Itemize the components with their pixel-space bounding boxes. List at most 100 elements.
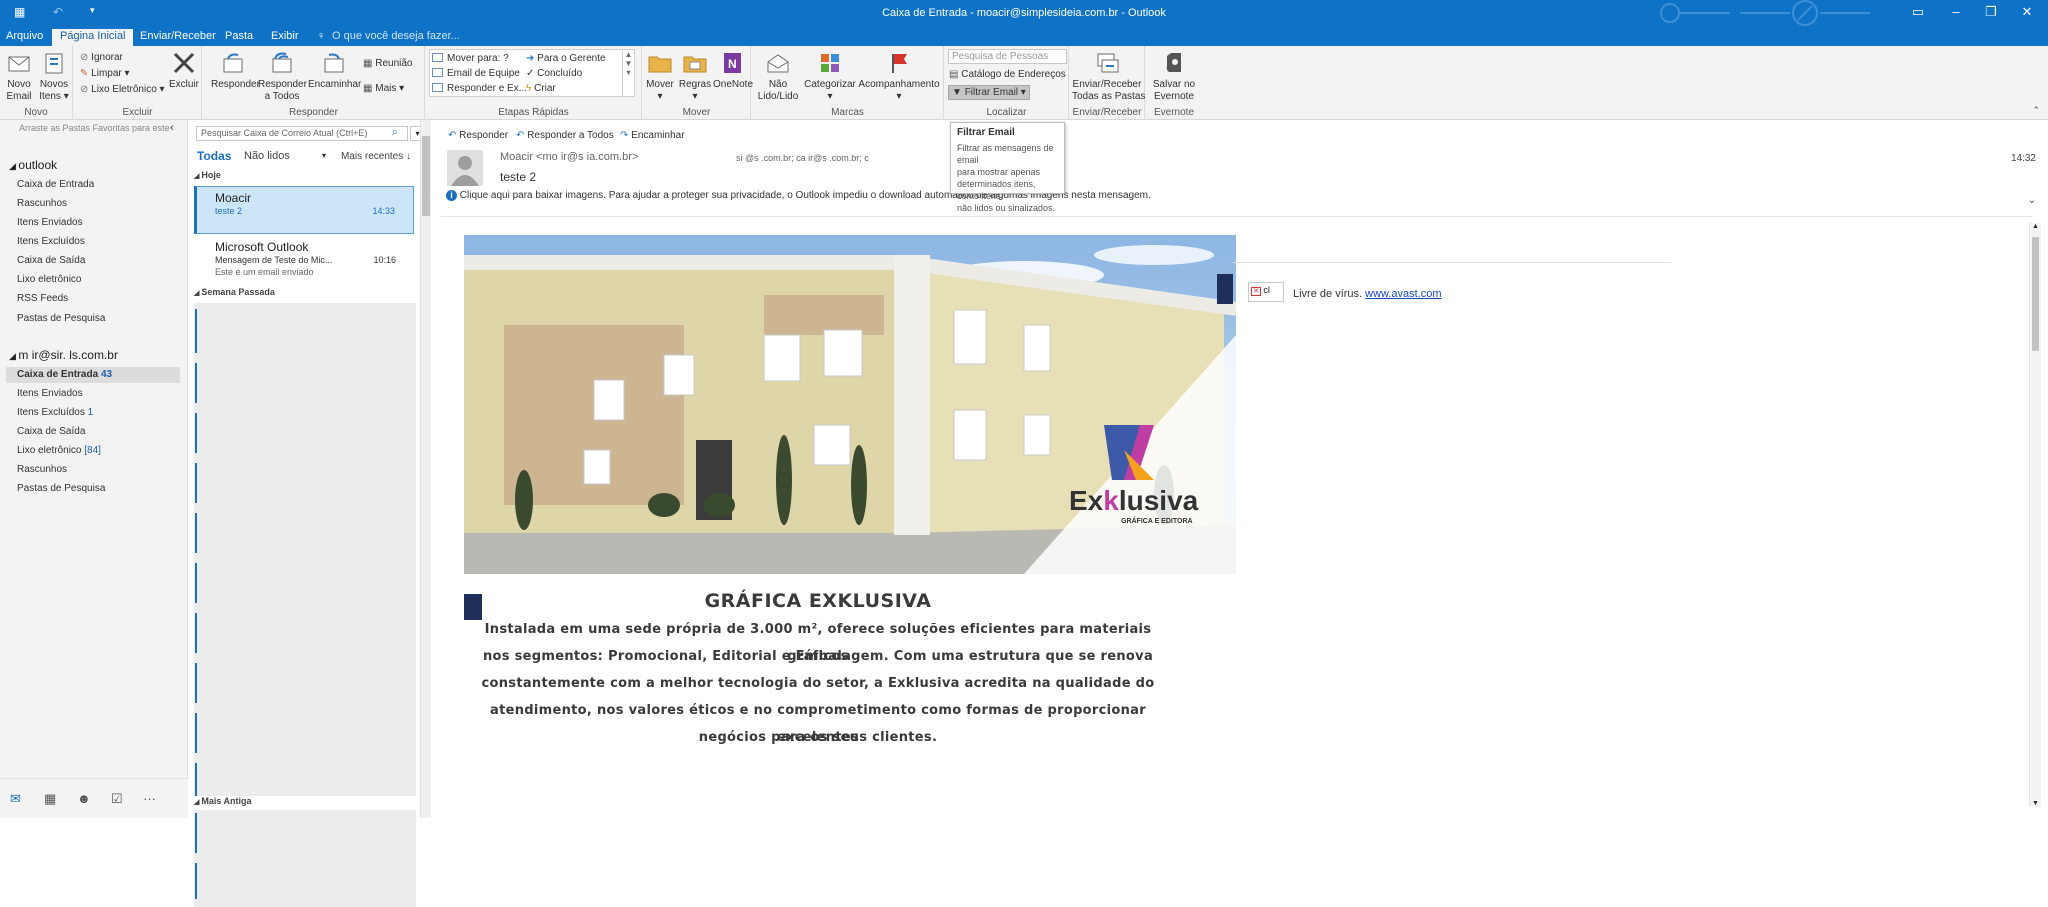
filter-email-label: Filtrar Email xyxy=(964,87,1019,98)
quick-step-criar[interactable]: ϟ Criar xyxy=(526,83,556,94)
ribbon-display-options-icon[interactable]: ▭ xyxy=(1903,4,1933,20)
new-email-button[interactable]: Novo Email xyxy=(3,50,35,103)
search-mailbox-input[interactable]: Pesquisar Caixa de Correio Atual (Ctrl+E… xyxy=(196,126,408,141)
undo-icon[interactable]: ↶ xyxy=(53,5,63,19)
filter-all[interactable]: Todas xyxy=(197,149,231,163)
tasks-icon[interactable]: ☑ xyxy=(111,791,123,807)
junk-label: Lixo Eletrônico xyxy=(91,84,157,95)
reply-small-icon: ↶ xyxy=(448,130,460,141)
quick-step-concluido[interactable]: ✓ Concluído xyxy=(526,68,582,79)
unread-read-button[interactable]: Não Lido/Lido xyxy=(754,50,802,103)
group-header-last-week[interactable]: ◢ Semana Passada xyxy=(194,287,416,301)
collapse-folder-pane-icon[interactable]: ‹ xyxy=(170,122,174,134)
group-header-today[interactable]: ◢ Hoje xyxy=(194,170,416,184)
address-book-button[interactable]: ▤ Catálogo de Endereços xyxy=(949,69,1066,80)
folder-item[interactable]: Lixo eletrônico [84] xyxy=(17,445,101,456)
move-button[interactable]: Mover ▾ xyxy=(644,50,676,103)
folder-item[interactable]: Caixa de Entrada xyxy=(17,179,94,190)
folder-item[interactable]: Itens Excluídos xyxy=(17,236,85,247)
forward-button[interactable]: Encaminhar xyxy=(308,50,361,91)
filter-unread[interactable]: Não lidos xyxy=(244,150,290,162)
people-search-input[interactable]: Pesquisa de Pessoas xyxy=(948,49,1067,64)
filter-email-button[interactable]: ▼ Filtrar Email ▾ xyxy=(948,85,1030,100)
collapse-ribbon-icon[interactable]: ⌃ xyxy=(2032,105,2040,116)
app-icon[interactable]: ▦ xyxy=(14,5,25,19)
group-excluir: ⊘ Ignorar ✎ Limpar ▾ ⊘ Lixo Eletrônico ▾… xyxy=(74,46,202,120)
tab-arquivo[interactable]: Arquivo xyxy=(6,30,43,42)
quick-step-equipe[interactable]: Email de Equipe xyxy=(432,68,520,79)
folder-item[interactable]: Rascunhos xyxy=(17,464,67,475)
message-item-selected[interactable]: Moacir teste 2 14:33 xyxy=(194,186,414,234)
clean-up-button[interactable]: ✎ Limpar ▾ xyxy=(80,68,130,79)
tab-pagina-inicial[interactable]: Página Inicial xyxy=(52,29,134,46)
people-icon[interactable]: ☻ xyxy=(77,791,91,806)
maximize-icon[interactable]: ❐ xyxy=(1976,4,2006,20)
folder-item[interactable]: Pastas de Pesquisa xyxy=(17,313,105,324)
folder-item[interactable]: Lixo eletrônico xyxy=(17,274,81,285)
forward-action[interactable]: ↷ Encaminhar xyxy=(620,130,685,141)
onenote-button[interactable]: N OneNote xyxy=(713,50,753,91)
meeting-button[interactable]: ▦ Reunião xyxy=(363,58,413,69)
junk-button[interactable]: ⊘ Lixo Eletrônico ▾ xyxy=(80,84,165,95)
follow-up-button[interactable]: Acompanhamento ▾ xyxy=(857,50,941,103)
message-list-scrollbar[interactable] xyxy=(420,120,431,818)
more-button[interactable]: ▦ Mais ▾ xyxy=(363,83,404,94)
reply-all-action[interactable]: ↶ Responder a Todos xyxy=(516,130,614,141)
expand-header-icon[interactable]: ⌄ xyxy=(2028,195,2036,206)
reading-pane-scrollbar[interactable]: ▲ ▼ xyxy=(2029,223,2041,807)
new-items-button[interactable]: Novos Itens ▾ xyxy=(37,50,71,103)
calendar-icon[interactable]: ▦ xyxy=(44,791,56,807)
gallery-scroll[interactable]: ▲ ▼ ▾ xyxy=(622,50,634,96)
folder-item[interactable]: Caixa de Saída xyxy=(17,426,85,437)
group-header-older[interactable]: ◢ Mais Antiga xyxy=(194,796,416,810)
folder-inbox-selected[interactable]: Caixa de Entrada 43 xyxy=(6,367,180,383)
message-item[interactable]: Microsoft Outlook Mensagem de Teste do M… xyxy=(194,236,414,284)
arrow-right-icon: ➜ xyxy=(526,53,538,64)
categorize-button[interactable]: Categorizar ▾ xyxy=(804,50,856,103)
account-second[interactable]: ◢ m ir@sir. ls.com.br xyxy=(9,348,118,362)
folder-item[interactable]: Itens Enviados xyxy=(17,388,83,399)
scroll-down-icon[interactable]: ▼ xyxy=(2030,800,2041,807)
folder-item[interactable]: Itens Excluídos 1 xyxy=(17,407,93,418)
folder-item[interactable]: Itens Enviados xyxy=(17,217,83,228)
sort-order[interactable]: Mais recentes ↓ xyxy=(341,151,411,162)
quick-step-responder-excluir[interactable]: Responder e Ex... xyxy=(432,83,527,94)
rules-button[interactable]: Regras ▾ xyxy=(678,50,712,103)
reply-button[interactable]: Responder xyxy=(211,50,260,91)
scrollbar-thumb[interactable] xyxy=(422,136,430,216)
quick-step-icon xyxy=(432,83,443,92)
close-icon[interactable]: ✕ xyxy=(2012,4,2042,20)
avast-link[interactable]: www.avast.com xyxy=(1365,288,1441,300)
tell-me-input[interactable]: O que você deseja fazer... xyxy=(332,30,460,42)
minimize-icon[interactable]: – xyxy=(1941,4,1971,19)
qat-customize-icon[interactable]: ▾ xyxy=(90,5,95,16)
tab-exibir[interactable]: Exibir xyxy=(271,30,299,42)
reply-action[interactable]: ↶ Responder xyxy=(448,130,508,141)
delete-label: Excluir xyxy=(168,79,199,90)
folder-item[interactable]: Pastas de Pesquisa xyxy=(17,483,105,494)
quick-step-gerente[interactable]: ➜ Para o Gerente xyxy=(526,53,606,64)
quick-step-mover[interactable]: Mover para: ? xyxy=(432,53,509,64)
search-icon[interactable]: ⌕ xyxy=(392,127,398,138)
to-field[interactable]: si @s .com.br; ca ir@s .com.br; c xyxy=(736,153,869,163)
account-outlook[interactable]: ◢ outlook xyxy=(9,158,57,172)
from-field[interactable]: Moacir <mo ir@s ia.com.br> xyxy=(500,151,638,163)
scrollbar-thumb[interactable] xyxy=(2032,237,2039,351)
scroll-up-icon[interactable]: ▲ xyxy=(2030,223,2041,230)
tooltip-line: não lidos ou sinalizados. xyxy=(957,203,1056,213)
group-enviar-receber: Enviar/Receber Todas as Pastas Enviar/Rec… xyxy=(1070,46,1145,120)
folder-item[interactable]: RSS Feeds xyxy=(17,293,68,304)
save-evernote-button[interactable]: Salvar no Evernote xyxy=(1148,50,1200,103)
more-modules-icon[interactable]: ··· xyxy=(143,791,156,806)
folder-item[interactable]: Caixa de Saída xyxy=(17,255,85,266)
folder-item[interactable]: Rascunhos xyxy=(17,198,67,209)
tab-pasta[interactable]: Pasta xyxy=(225,30,253,42)
reply-icon xyxy=(223,53,243,73)
tab-enviar-receber[interactable]: Enviar/Receber xyxy=(140,30,216,42)
filter-dropdown-icon[interactable]: ▾ xyxy=(322,151,326,160)
mail-icon[interactable]: ✉ xyxy=(10,791,21,807)
send-receive-all-button[interactable]: Enviar/Receber Todas as Pastas xyxy=(1072,50,1145,103)
reply-all-button[interactable]: Responder a Todos xyxy=(258,50,307,103)
ignore-button[interactable]: ⊘ Ignorar xyxy=(80,52,123,63)
delete-button[interactable]: Excluir xyxy=(168,50,200,91)
